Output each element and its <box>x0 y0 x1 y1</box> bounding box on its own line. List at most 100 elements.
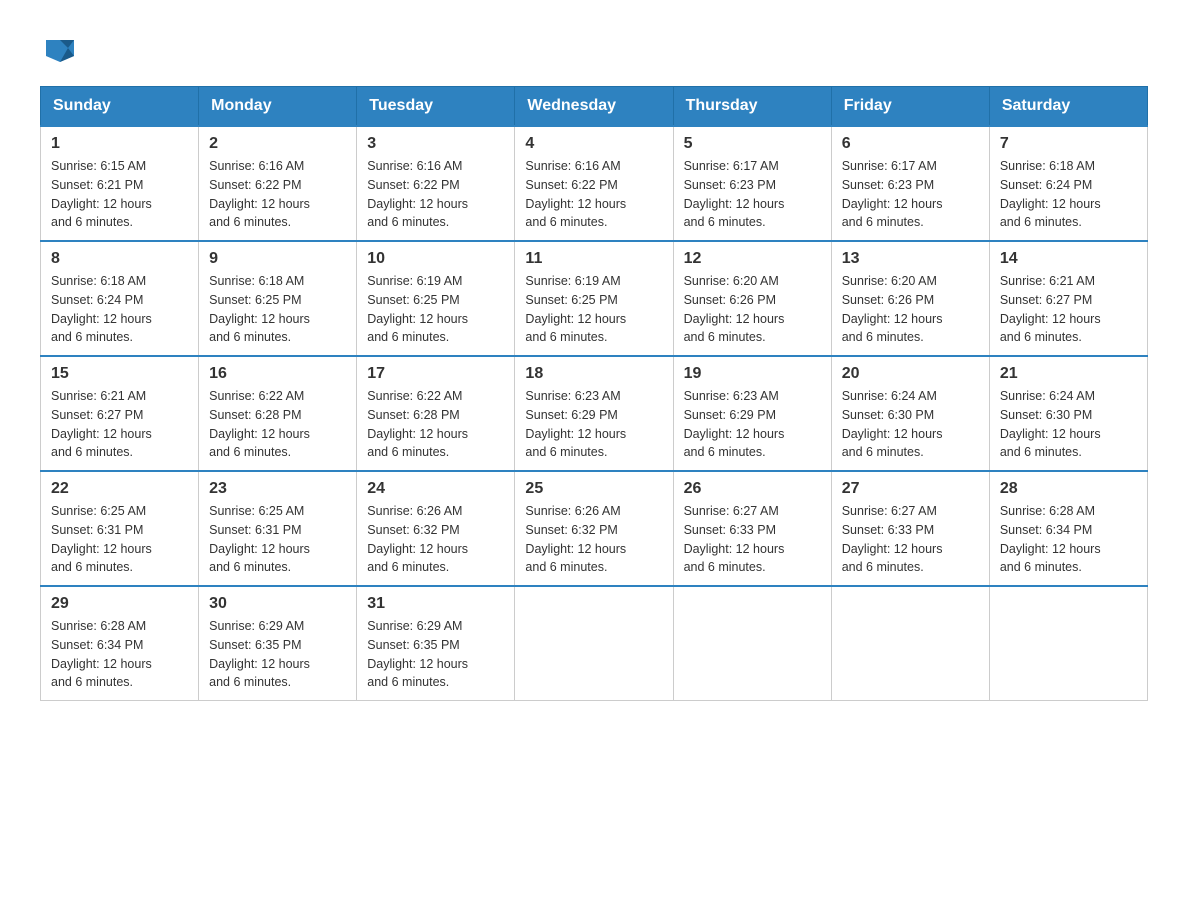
calendar-cell: 17 Sunrise: 6:22 AM Sunset: 6:28 PM Dayl… <box>357 356 515 471</box>
daylight-label: Daylight: 12 hours <box>1000 427 1101 441</box>
sunset-label: Sunset: 6:25 PM <box>525 293 617 307</box>
sunset-label: Sunset: 6:24 PM <box>1000 178 1092 192</box>
sunset-label: Sunset: 6:26 PM <box>684 293 776 307</box>
day-number: 4 <box>525 135 662 153</box>
daylight-label: Daylight: 12 hours <box>51 197 152 211</box>
sunrise-label: Sunrise: 6:23 AM <box>525 389 620 403</box>
calendar-cell: 5 Sunrise: 6:17 AM Sunset: 6:23 PM Dayli… <box>673 126 831 241</box>
page-header <box>40 30 1148 66</box>
calendar-cell <box>989 586 1147 701</box>
sunrise-label: Sunrise: 6:17 AM <box>842 159 937 173</box>
day-number: 24 <box>367 480 504 498</box>
sunset-label: Sunset: 6:30 PM <box>1000 408 1092 422</box>
calendar-cell <box>831 586 989 701</box>
sunset-label: Sunset: 6:27 PM <box>1000 293 1092 307</box>
sunset-label: Sunset: 6:27 PM <box>51 408 143 422</box>
daylight-minutes: and 6 minutes. <box>367 215 449 229</box>
calendar-cell: 14 Sunrise: 6:21 AM Sunset: 6:27 PM Dayl… <box>989 241 1147 356</box>
sunrise-label: Sunrise: 6:18 AM <box>51 274 146 288</box>
daylight-label: Daylight: 12 hours <box>51 542 152 556</box>
day-number: 27 <box>842 480 979 498</box>
day-info: Sunrise: 6:20 AM Sunset: 6:26 PM Dayligh… <box>842 272 979 347</box>
daylight-label: Daylight: 12 hours <box>209 427 310 441</box>
day-info: Sunrise: 6:20 AM Sunset: 6:26 PM Dayligh… <box>684 272 821 347</box>
day-info: Sunrise: 6:19 AM Sunset: 6:25 PM Dayligh… <box>525 272 662 347</box>
day-number: 28 <box>1000 480 1137 498</box>
header-day-thursday: Thursday <box>673 87 831 127</box>
daylight-minutes: and 6 minutes. <box>525 215 607 229</box>
daylight-minutes: and 6 minutes. <box>209 330 291 344</box>
daylight-minutes: and 6 minutes. <box>684 215 766 229</box>
daylight-label: Daylight: 12 hours <box>51 312 152 326</box>
daylight-minutes: and 6 minutes. <box>525 330 607 344</box>
sunset-label: Sunset: 6:35 PM <box>367 638 459 652</box>
daylight-minutes: and 6 minutes. <box>367 445 449 459</box>
daylight-minutes: and 6 minutes. <box>367 560 449 574</box>
sunrise-label: Sunrise: 6:28 AM <box>51 619 146 633</box>
day-info: Sunrise: 6:16 AM Sunset: 6:22 PM Dayligh… <box>209 157 346 232</box>
calendar-cell: 16 Sunrise: 6:22 AM Sunset: 6:28 PM Dayl… <box>199 356 357 471</box>
sunrise-label: Sunrise: 6:16 AM <box>367 159 462 173</box>
sunset-label: Sunset: 6:25 PM <box>367 293 459 307</box>
daylight-label: Daylight: 12 hours <box>1000 542 1101 556</box>
sunset-label: Sunset: 6:34 PM <box>51 638 143 652</box>
sunset-label: Sunset: 6:32 PM <box>525 523 617 537</box>
sunset-label: Sunset: 6:21 PM <box>51 178 143 192</box>
calendar-cell: 15 Sunrise: 6:21 AM Sunset: 6:27 PM Dayl… <box>41 356 199 471</box>
sunrise-label: Sunrise: 6:26 AM <box>367 504 462 518</box>
sunrise-label: Sunrise: 6:19 AM <box>525 274 620 288</box>
daylight-minutes: and 6 minutes. <box>209 445 291 459</box>
daylight-label: Daylight: 12 hours <box>1000 197 1101 211</box>
daylight-label: Daylight: 12 hours <box>842 427 943 441</box>
day-number: 19 <box>684 365 821 383</box>
week-row-5: 29 Sunrise: 6:28 AM Sunset: 6:34 PM Dayl… <box>41 586 1148 701</box>
day-number: 15 <box>51 365 188 383</box>
day-number: 31 <box>367 595 504 613</box>
calendar-table: SundayMondayTuesdayWednesdayThursdayFrid… <box>40 86 1148 701</box>
calendar-cell: 30 Sunrise: 6:29 AM Sunset: 6:35 PM Dayl… <box>199 586 357 701</box>
header-day-friday: Friday <box>831 87 989 127</box>
calendar-cell <box>673 586 831 701</box>
sunset-label: Sunset: 6:22 PM <box>367 178 459 192</box>
day-info: Sunrise: 6:22 AM Sunset: 6:28 PM Dayligh… <box>367 387 504 462</box>
day-info: Sunrise: 6:22 AM Sunset: 6:28 PM Dayligh… <box>209 387 346 462</box>
calendar-cell: 3 Sunrise: 6:16 AM Sunset: 6:22 PM Dayli… <box>357 126 515 241</box>
week-row-3: 15 Sunrise: 6:21 AM Sunset: 6:27 PM Dayl… <box>41 356 1148 471</box>
daylight-label: Daylight: 12 hours <box>367 542 468 556</box>
daylight-label: Daylight: 12 hours <box>525 427 626 441</box>
daylight-minutes: and 6 minutes. <box>684 330 766 344</box>
calendar-cell: 13 Sunrise: 6:20 AM Sunset: 6:26 PM Dayl… <box>831 241 989 356</box>
day-number: 29 <box>51 595 188 613</box>
sunrise-label: Sunrise: 6:20 AM <box>684 274 779 288</box>
sunrise-label: Sunrise: 6:16 AM <box>209 159 304 173</box>
sunrise-label: Sunrise: 6:29 AM <box>367 619 462 633</box>
day-number: 17 <box>367 365 504 383</box>
sunset-label: Sunset: 6:23 PM <box>842 178 934 192</box>
day-number: 14 <box>1000 250 1137 268</box>
day-number: 8 <box>51 250 188 268</box>
calendar-cell: 25 Sunrise: 6:26 AM Sunset: 6:32 PM Dayl… <box>515 471 673 586</box>
sunset-label: Sunset: 6:33 PM <box>684 523 776 537</box>
sunset-label: Sunset: 6:35 PM <box>209 638 301 652</box>
day-info: Sunrise: 6:27 AM Sunset: 6:33 PM Dayligh… <box>842 502 979 577</box>
sunset-label: Sunset: 6:34 PM <box>1000 523 1092 537</box>
calendar-cell: 28 Sunrise: 6:28 AM Sunset: 6:34 PM Dayl… <box>989 471 1147 586</box>
daylight-label: Daylight: 12 hours <box>684 312 785 326</box>
day-number: 11 <box>525 250 662 268</box>
daylight-label: Daylight: 12 hours <box>209 657 310 671</box>
day-info: Sunrise: 6:24 AM Sunset: 6:30 PM Dayligh… <box>1000 387 1137 462</box>
day-info: Sunrise: 6:27 AM Sunset: 6:33 PM Dayligh… <box>684 502 821 577</box>
day-info: Sunrise: 6:16 AM Sunset: 6:22 PM Dayligh… <box>525 157 662 232</box>
sunrise-label: Sunrise: 6:18 AM <box>1000 159 1095 173</box>
calendar-cell: 23 Sunrise: 6:25 AM Sunset: 6:31 PM Dayl… <box>199 471 357 586</box>
day-info: Sunrise: 6:29 AM Sunset: 6:35 PM Dayligh… <box>367 617 504 692</box>
daylight-minutes: and 6 minutes. <box>51 675 133 689</box>
calendar-header: SundayMondayTuesdayWednesdayThursdayFrid… <box>41 87 1148 127</box>
calendar-cell: 2 Sunrise: 6:16 AM Sunset: 6:22 PM Dayli… <box>199 126 357 241</box>
sunrise-label: Sunrise: 6:15 AM <box>51 159 146 173</box>
day-info: Sunrise: 6:29 AM Sunset: 6:35 PM Dayligh… <box>209 617 346 692</box>
header-day-tuesday: Tuesday <box>357 87 515 127</box>
day-number: 16 <box>209 365 346 383</box>
sunrise-label: Sunrise: 6:19 AM <box>367 274 462 288</box>
daylight-label: Daylight: 12 hours <box>367 657 468 671</box>
